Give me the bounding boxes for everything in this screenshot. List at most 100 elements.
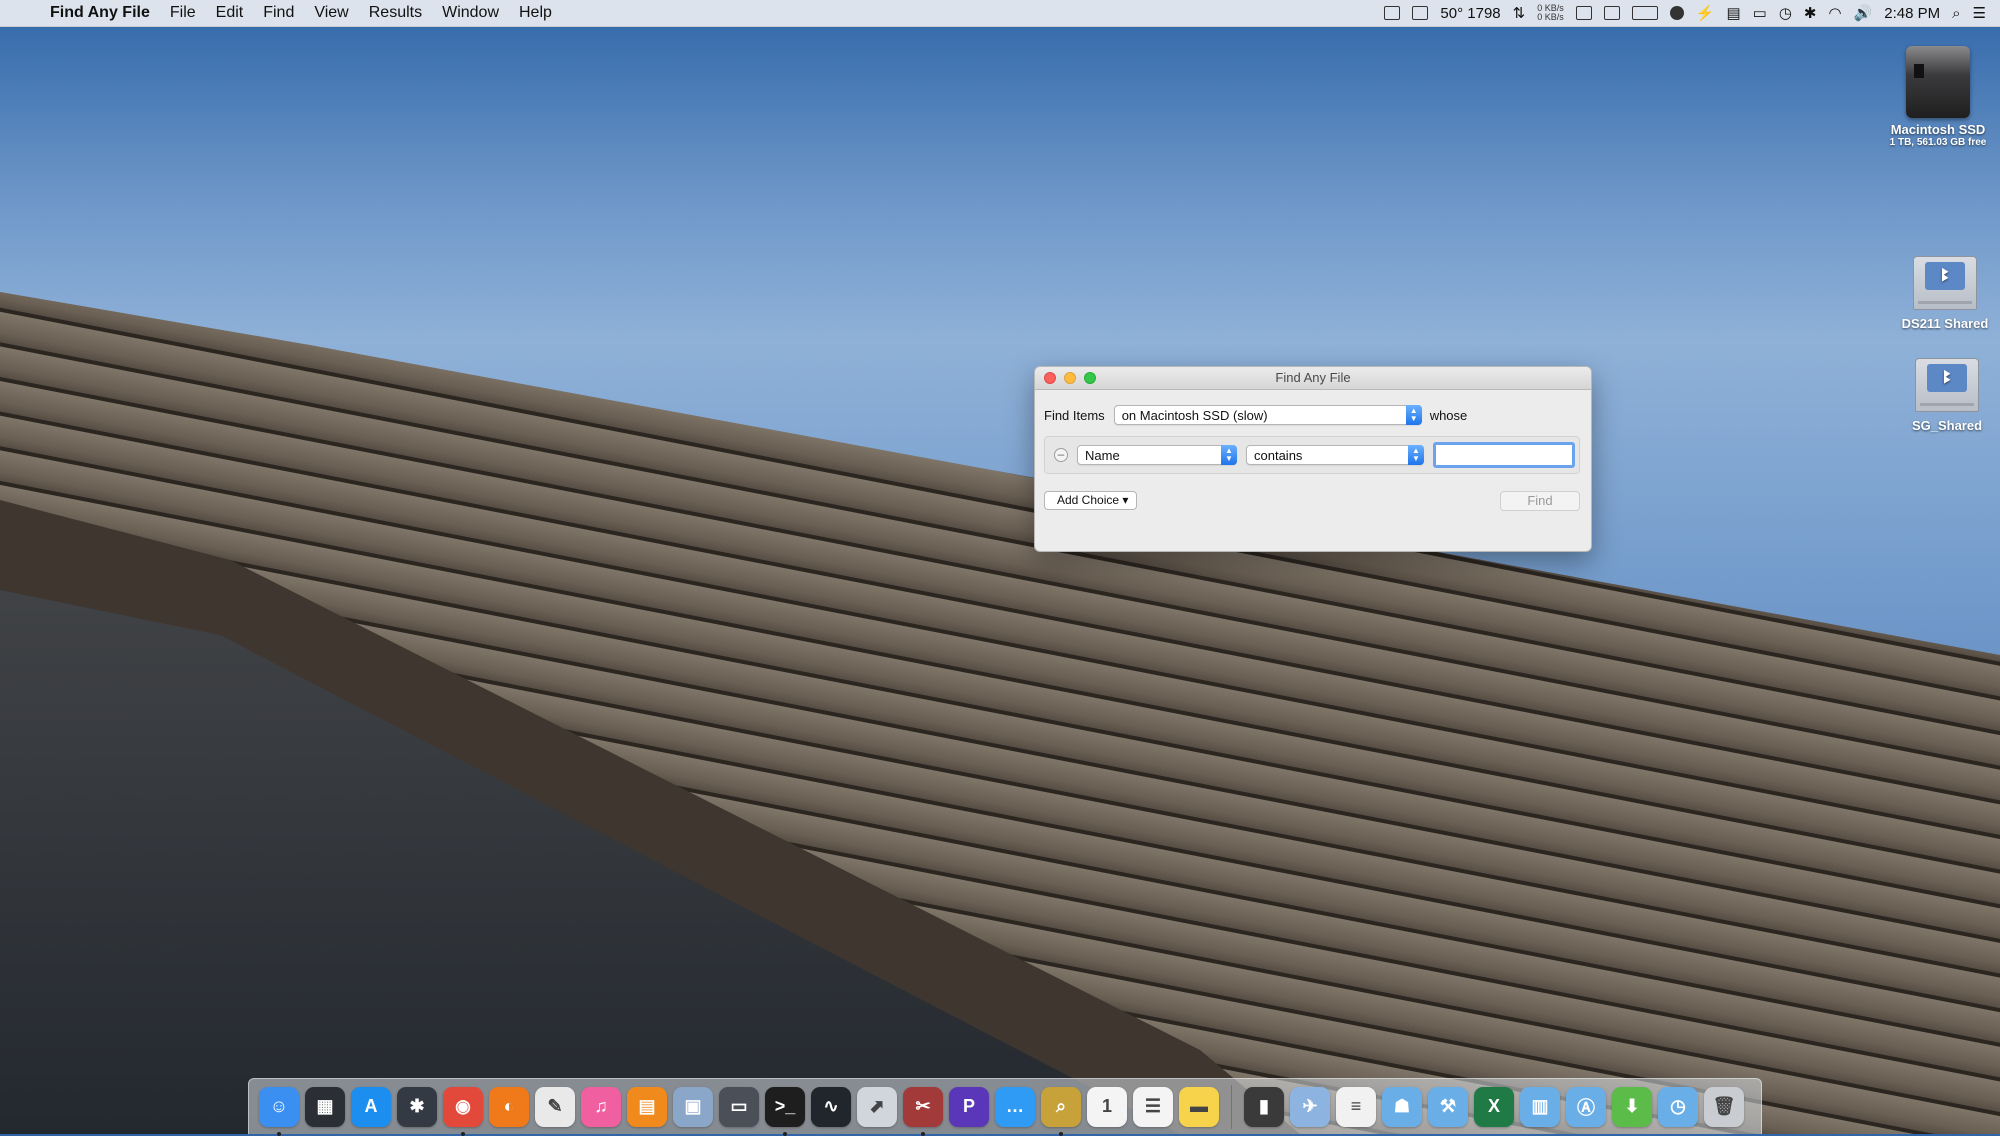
- zoom-button[interactable]: [1084, 372, 1096, 384]
- text-file-icon[interactable]: ≡: [1336, 1086, 1376, 1127]
- spotlight-icon[interactable]: ⌕: [1952, 5, 1960, 22]
- weather-status[interactable]: 50° 1798: [1440, 5, 1500, 22]
- attribute-popup[interactable]: Name ▲ ▼: [1077, 445, 1237, 465]
- chevron-updown-icon: ▲ ▼: [1405, 405, 1422, 425]
- desktop-icon-sg-shared[interactable]: ꔪ SG_Shared: [1894, 358, 2000, 433]
- menu-help[interactable]: Help: [509, 4, 562, 22]
- minimize-button[interactable]: [1064, 372, 1076, 384]
- volume-icon[interactable]: 🔊: [1854, 4, 1873, 22]
- users-icon: ꔪ: [1925, 262, 1965, 290]
- desktop-icon-label: SG_Shared: [1911, 418, 1983, 433]
- menu-bar: Find Any File File Edit Find View Result…: [0, 0, 2000, 27]
- documents-folder-icon[interactable]: ▥: [1520, 1086, 1560, 1127]
- desktop-icon-ds211-shared[interactable]: ꔪ DS211 Shared: [1890, 256, 2000, 331]
- menu-view[interactable]: View: [304, 4, 358, 22]
- bolt-icon[interactable]: ⚡: [1696, 4, 1715, 22]
- close-button[interactable]: [1044, 372, 1056, 384]
- reminders-icon[interactable]: ☰: [1133, 1086, 1173, 1127]
- system-info-icon[interactable]: ▭: [719, 1086, 759, 1127]
- app-menu[interactable]: Find Any File: [46, 4, 160, 22]
- find-items-label: Find Items: [1044, 407, 1105, 423]
- notification-center-icon[interactable]: ☰: [1973, 4, 1986, 22]
- itunes-icon[interactable]: ♫: [581, 1086, 621, 1127]
- window-titlebar[interactable]: Find Any File: [1035, 367, 1591, 390]
- photo-folder-icon[interactable]: ✈: [1290, 1086, 1330, 1127]
- search-text-field[interactable]: [1433, 442, 1575, 468]
- net-down-text: 0 KB/s: [1537, 12, 1564, 22]
- window-title: Find Any File: [1275, 370, 1351, 385]
- app-store-icon[interactable]: A: [351, 1086, 391, 1127]
- criteria-row: – Name ▲ ▼ contains ▲ ▼: [1044, 436, 1580, 474]
- sync-icon[interactable]: ⇅: [1513, 4, 1526, 22]
- wifi-icon[interactable]: ◠: [1828, 4, 1841, 22]
- migration-icon[interactable]: ⬈: [857, 1086, 897, 1127]
- p-app-icon[interactable]: P: [949, 1086, 989, 1127]
- excel-icon[interactable]: X: [1474, 1086, 1514, 1127]
- dock-separator: [1231, 1084, 1232, 1129]
- find-items-row: Find Items on Macintosh SSD (slow) ▲ ▼ wh…: [1044, 405, 1467, 425]
- operator-popup[interactable]: contains ▲ ▼: [1246, 445, 1424, 465]
- attribute-value: Name: [1085, 447, 1120, 463]
- applications-folder-icon[interactable]: Ⓐ: [1566, 1086, 1606, 1127]
- find-any-file-window: Find Any File Find Items on Macintosh SS…: [1034, 366, 1592, 552]
- books-icon[interactable]: ▤: [627, 1086, 667, 1127]
- preview-icon[interactable]: ▣: [673, 1086, 713, 1127]
- menu-results[interactable]: Results: [359, 4, 432, 22]
- utility-icon[interactable]: ✂: [903, 1086, 943, 1136]
- activity-monitor-icon[interactable]: ∿: [811, 1086, 851, 1127]
- chrome-icon[interactable]: ◉: [443, 1086, 483, 1136]
- document-icon[interactable]: ▮: [1244, 1086, 1284, 1127]
- menu-find[interactable]: Find: [253, 4, 304, 22]
- chevron-updown-icon: ▲ ▼: [1221, 445, 1237, 465]
- time-machine-icon[interactable]: ◷: [1779, 4, 1792, 22]
- memory-icon[interactable]: [1575, 6, 1592, 20]
- menu-file[interactable]: File: [160, 4, 206, 22]
- downloads-icon[interactable]: ⬇: [1612, 1086, 1652, 1127]
- hard-drive-icon: [1906, 46, 1970, 118]
- add-choice-button[interactable]: Add Choice ▾: [1044, 491, 1138, 510]
- screens-icon[interactable]: [1384, 6, 1401, 20]
- window-controls: [1044, 372, 1096, 384]
- network-drive-icon: ꔪ: [1913, 256, 1977, 310]
- menu-window[interactable]: Window: [432, 4, 509, 22]
- clock[interactable]: 2:48 PM: [1884, 5, 1940, 22]
- desktop-wallpaper: [0, 292, 2000, 1134]
- operator-value: contains: [1254, 447, 1303, 463]
- find-any-file-icon[interactable]: ⌕: [1041, 1086, 1081, 1136]
- firefox-icon[interactable]: ◐: [489, 1086, 529, 1127]
- textedit-icon[interactable]: ✎: [535, 1086, 575, 1127]
- users-icon: ꔪ: [1927, 364, 1967, 392]
- messages-icon[interactable]: …: [995, 1086, 1035, 1127]
- terminal-icon[interactable]: >_: [765, 1086, 805, 1136]
- location-popup[interactable]: on Macintosh SSD (slow) ▲ ▼: [1113, 405, 1422, 425]
- menu-edit[interactable]: Edit: [206, 4, 254, 22]
- network-speed[interactable]: 0 KB/s 0 KB/s: [1537, 4, 1564, 22]
- search-input[interactable]: [1439, 446, 1569, 464]
- remove-criteria-button[interactable]: –: [1054, 448, 1068, 462]
- whose-label: whose: [1429, 407, 1468, 423]
- chevron-updown-icon: ▲ ▼: [1408, 445, 1424, 465]
- finder-icon[interactable]: ☺: [259, 1086, 299, 1136]
- network-drive-icon: ꔪ: [1915, 358, 1979, 412]
- disk-icon[interactable]: [1603, 6, 1620, 20]
- battery-bars-icon[interactable]: ▤: [1726, 4, 1740, 22]
- mission-control-icon[interactable]: ▦: [305, 1086, 345, 1127]
- lock-icon[interactable]: [1669, 6, 1684, 20]
- display-icon[interactable]: [1412, 6, 1429, 20]
- launchpad-icon[interactable]: ✱: [397, 1086, 437, 1127]
- find-button[interactable]: Find: [1500, 491, 1580, 511]
- utilities-folder-icon[interactable]: ⚒: [1428, 1086, 1468, 1127]
- desktop-icon-label: Macintosh SSD: [1890, 122, 1986, 137]
- users-folder-icon[interactable]: ☗: [1382, 1086, 1422, 1127]
- desktop-icon-macintosh-ssd[interactable]: Macintosh SSD 1 TB, 561.03 GB free: [1876, 46, 2000, 148]
- desktop-icon-label: DS211 Shared: [1901, 316, 1989, 331]
- location-value: on Macintosh SSD (slow): [1121, 407, 1268, 423]
- notes-icon[interactable]: ▬: [1179, 1086, 1219, 1127]
- trash-icon[interactable]: 🗑: [1704, 1086, 1744, 1127]
- airplay-icon[interactable]: ▭: [1753, 4, 1767, 22]
- calendar-icon[interactable]: 1: [1087, 1086, 1127, 1127]
- dock: ☺ ▦ A ✱ ◉ ◐ ✎ ♫ ▤ ▣ ▭ >_ ∿ ⬈ ✂ P… ⌕ 1 ☰ ▬ ▮ ✈ ≡ ☗ ⚒ X ▥ Ⓐ ⬇ ◷ 🗑: [248, 1078, 1762, 1136]
- shared-folder-icon[interactable]: ◷: [1658, 1086, 1698, 1127]
- bluetooth-icon[interactable]: ✱: [1804, 4, 1817, 22]
- cpu-icon[interactable]: [1631, 6, 1658, 20]
